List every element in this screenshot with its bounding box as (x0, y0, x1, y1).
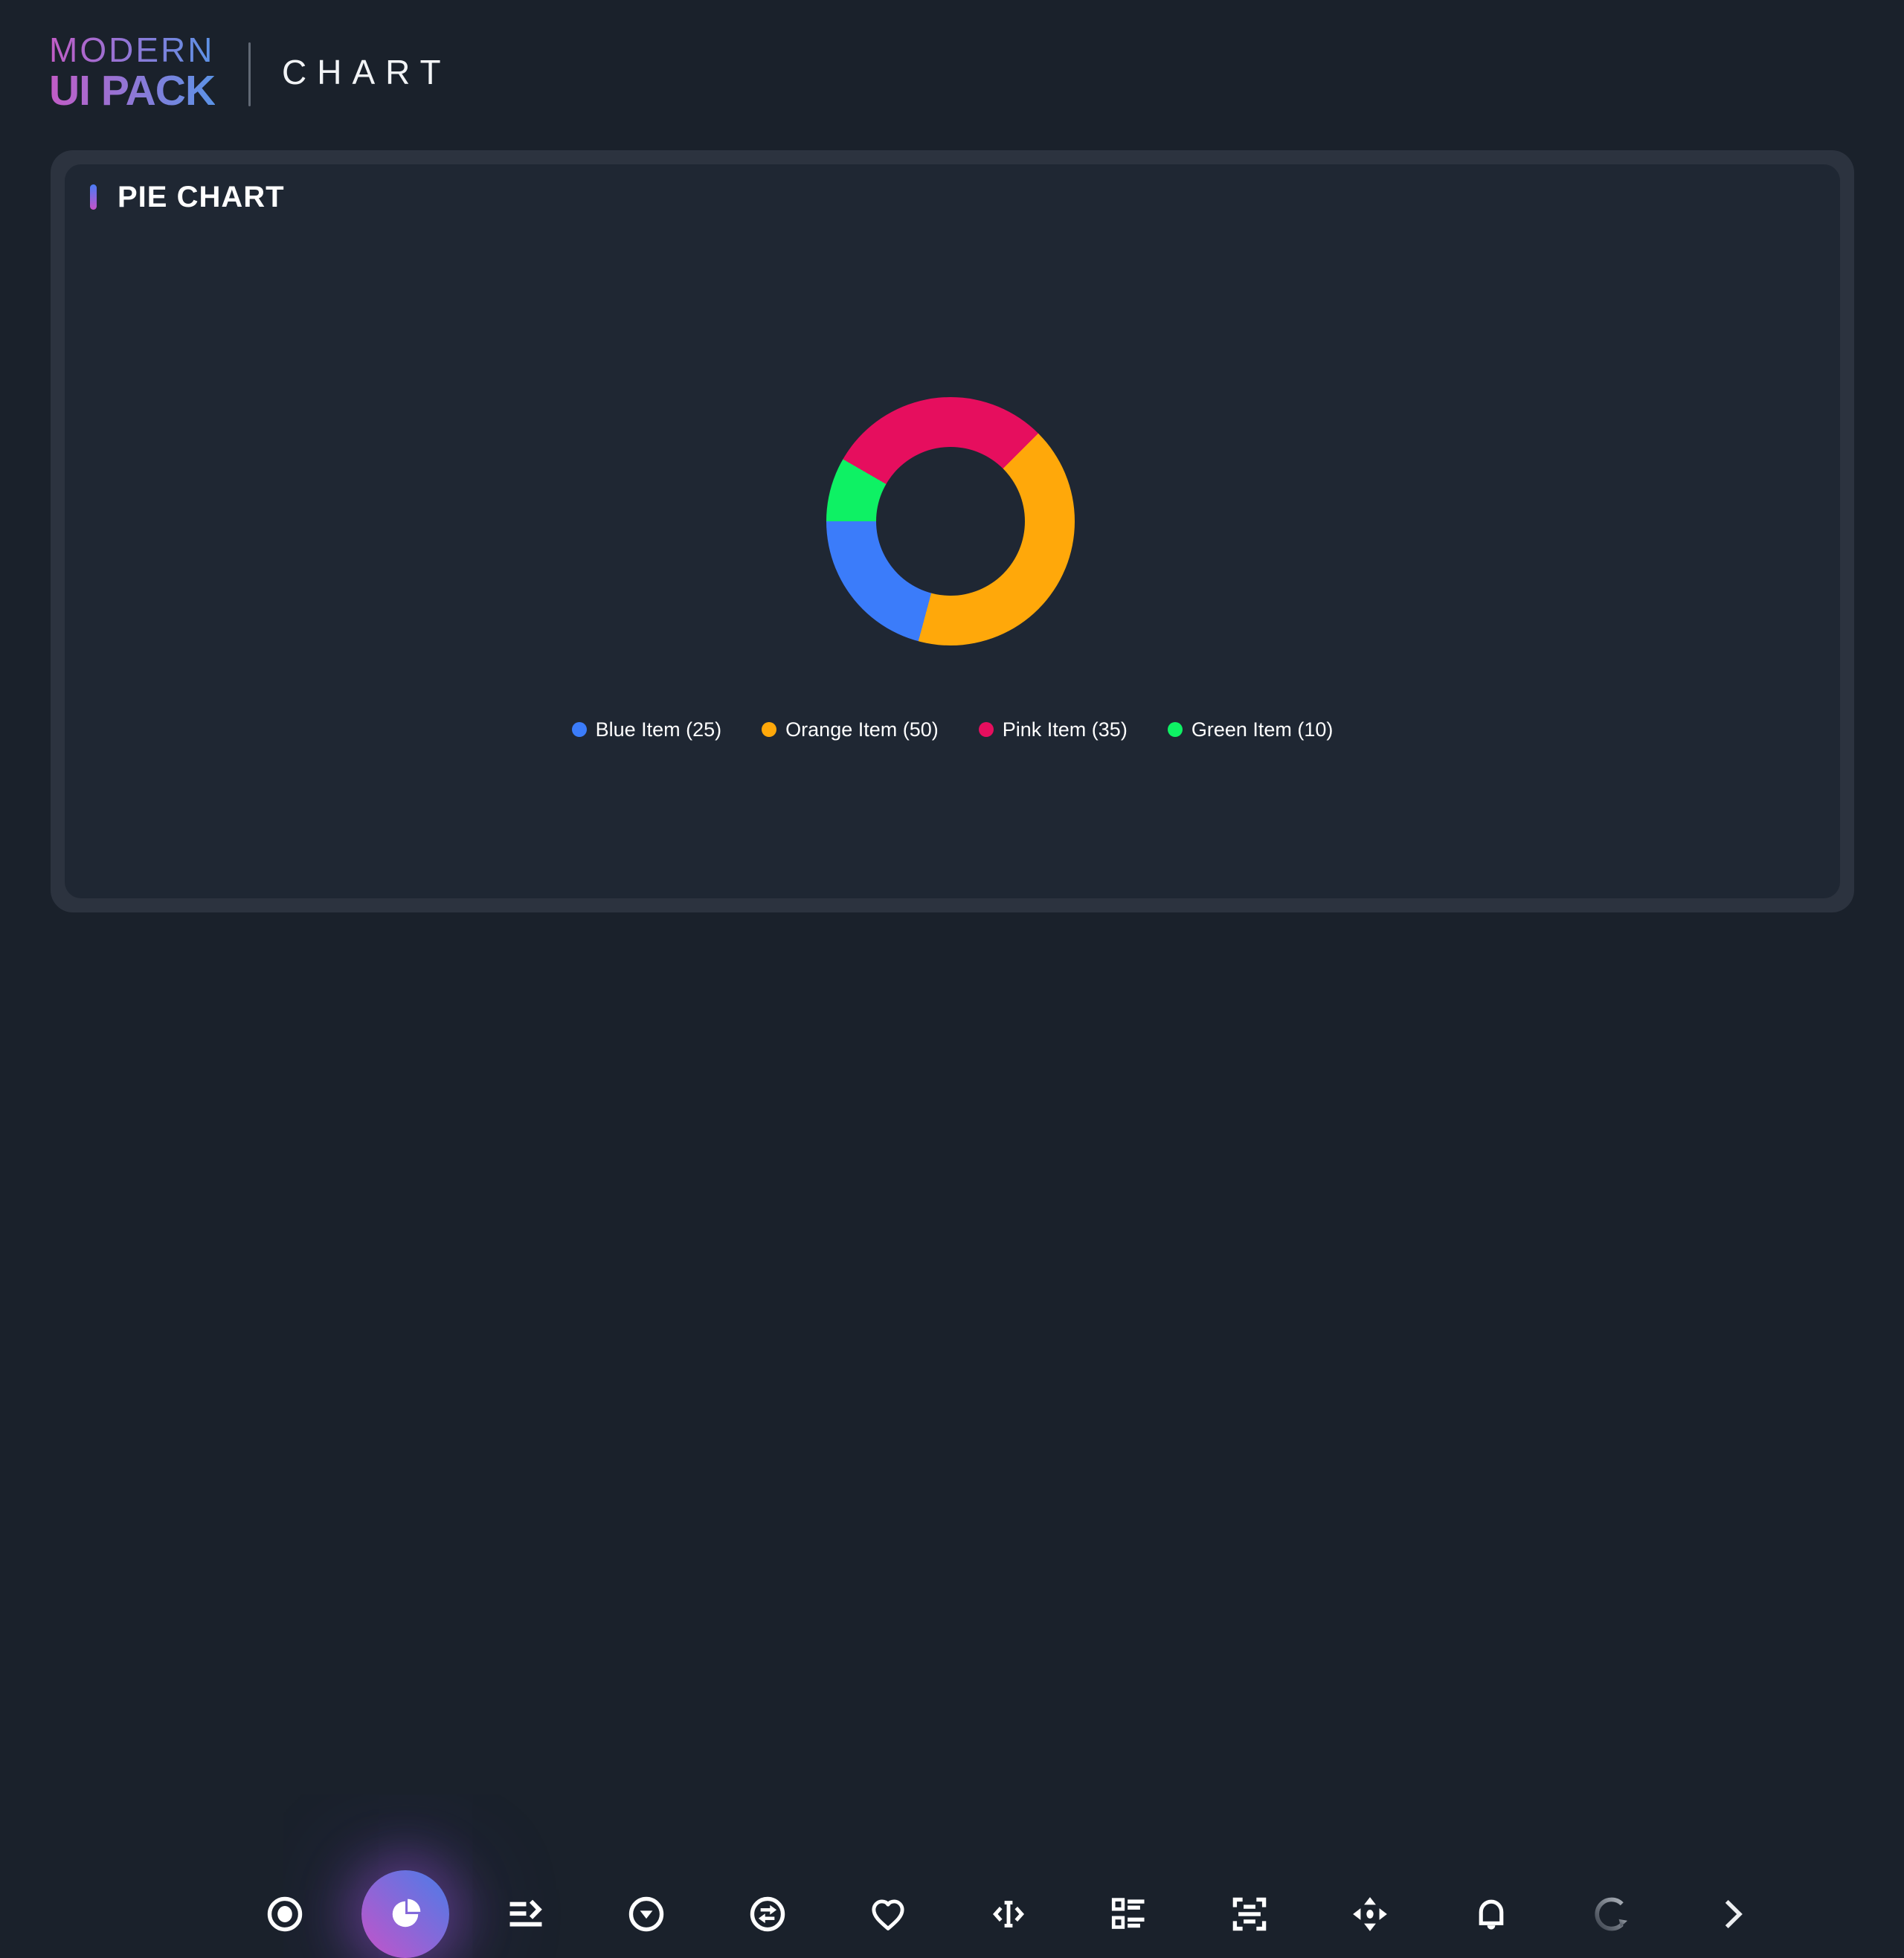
swap-arrows-icon[interactable] (745, 1892, 790, 1936)
legend-label: Pink Item (35) (1003, 720, 1128, 740)
logo-line2: UI PACK (49, 70, 215, 112)
bell-icon[interactable] (1469, 1892, 1514, 1936)
heart-icon[interactable] (866, 1892, 910, 1936)
page-title: CHART (282, 55, 451, 89)
panel-title: PIE CHART (118, 182, 285, 212)
playlist-arrow-icon[interactable] (504, 1892, 548, 1936)
legend-label: Green Item (10) (1191, 720, 1334, 740)
pie-chart[interactable] (826, 397, 1075, 645)
legend-dot (762, 722, 776, 737)
scan-frame-icon[interactable] (1227, 1892, 1272, 1936)
text-cursor-icon[interactable] (986, 1892, 1031, 1936)
panel-header: PIE CHART (90, 182, 285, 212)
record-icon[interactable] (263, 1892, 307, 1936)
legend-list-icon[interactable] (1107, 1892, 1151, 1936)
title-accent-bar (90, 184, 97, 210)
chart-panel-inner: PIE CHART Blue Item (25) Orange Item (50)… (65, 164, 1840, 898)
legend-dot (979, 722, 994, 737)
dropdown-circle-icon[interactable] (624, 1892, 669, 1936)
move-icon[interactable] (1348, 1892, 1392, 1936)
legend-label: Blue Item (25) (596, 720, 722, 740)
app-header: MODERN UI PACK CHART (0, 0, 1904, 126)
bottom-toolbar (0, 922, 1904, 1071)
legend-item[interactable]: Orange Item (50) (762, 720, 939, 740)
pie-chart-icon[interactable] (383, 1892, 428, 1936)
chevron-right-icon[interactable] (1710, 1892, 1755, 1936)
legend-dot (572, 722, 587, 737)
legend-label: Orange Item (50) (785, 720, 939, 740)
app-root: { "header": { "logo_line1": "MODERN", "l… (0, 0, 1904, 1071)
legend-item[interactable]: Green Item (10) (1168, 720, 1334, 740)
logo-line1: MODERN (49, 33, 215, 67)
refresh-icon[interactable] (1589, 1892, 1634, 1936)
chart-legend: Blue Item (25) Orange Item (50) Pink Item … (65, 715, 1840, 744)
chart-panel: PIE CHART Blue Item (25) Orange Item (50)… (51, 150, 1854, 912)
legend-item[interactable]: Blue Item (25) (572, 720, 722, 740)
legend-item[interactable]: Pink Item (35) (979, 720, 1128, 740)
legend-dot (1168, 722, 1183, 737)
header-divider (248, 42, 251, 106)
app-logo: MODERN UI PACK (49, 33, 215, 112)
